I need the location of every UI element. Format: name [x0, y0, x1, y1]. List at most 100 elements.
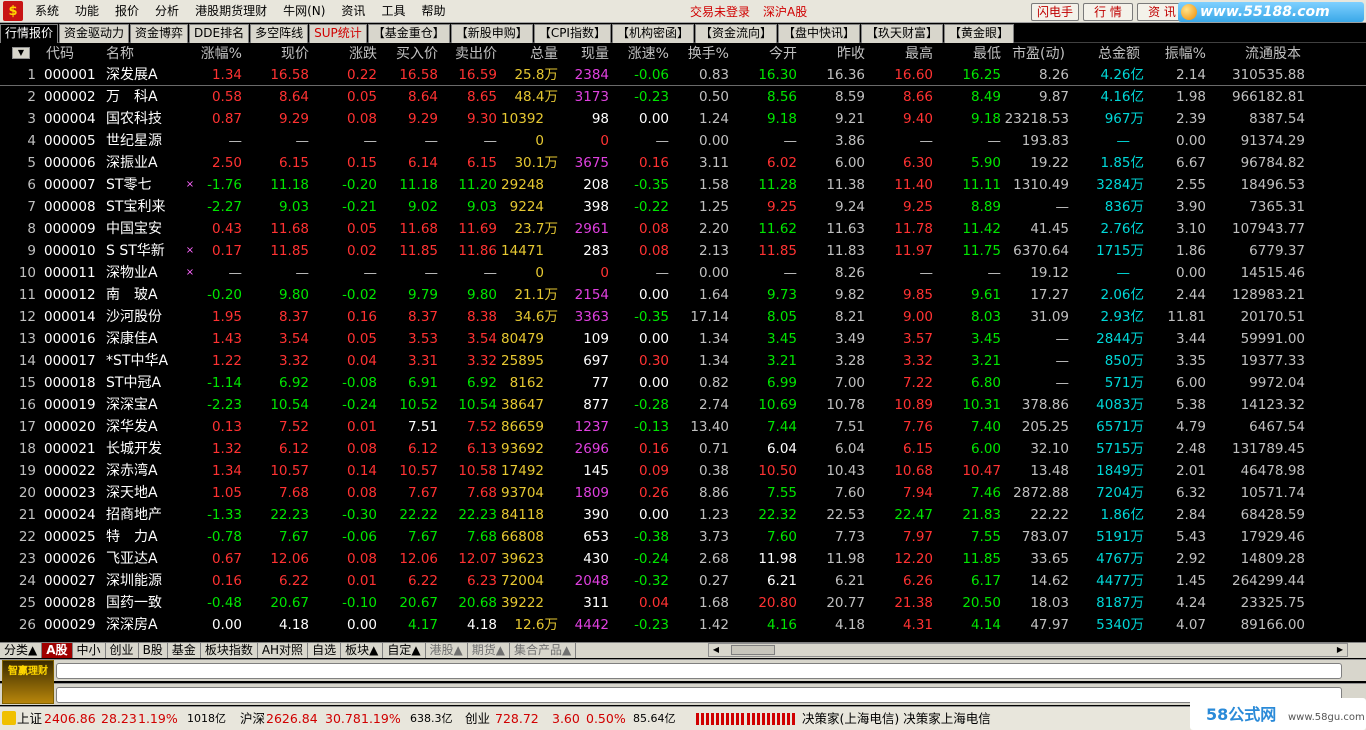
- column-header[interactable]: 现价: [249, 44, 309, 64]
- table-row[interactable]: 10 000011 深物业A × — — — — —0 0—0.00—8.26— —19.12—0.…: [0, 262, 1366, 284]
- table-row[interactable]: 19 000022 深赤湾A 1.34 10.57 0.14 10.57 10.58 17492…: [0, 460, 1366, 482]
- column-header[interactable]: 流通股本: [1205, 44, 1301, 64]
- market-tab[interactable]: 集合产品▲: [510, 643, 577, 658]
- column-header[interactable]: 换手%: [673, 44, 729, 64]
- table-row[interactable]: 16 000019 深深宝A -2.23 10.54 -0.24 10.52 10.54 386…: [0, 394, 1366, 416]
- column-header[interactable]: 今开: [737, 44, 797, 64]
- table-row[interactable]: 14 000017 *ST中华A 1.22 3.32 0.04 3.31 3.32 25895 6…: [0, 350, 1366, 372]
- column-header[interactable]: 买入价: [378, 44, 438, 64]
- pe-cell: 19.12: [1030, 265, 1069, 281]
- trade-status[interactable]: 交易未登录: [684, 3, 756, 20]
- table-row[interactable]: 1 000001 深发展A 1.34 16.58 0.22 16.58 16.59 25.8万 2…: [0, 64, 1366, 86]
- table-row[interactable]: 4 000005 世纪星源 — — — — —0 0—0.00—3.86— —193.83—0.0…: [0, 130, 1366, 152]
- advert-banner[interactable]: 智赢理财: [2, 660, 54, 704]
- function-tab[interactable]: 【新股申购】: [450, 24, 533, 43]
- function-tab[interactable]: SUP统计: [309, 24, 367, 43]
- column-header[interactable]: 涨跌: [317, 44, 377, 64]
- cy-index[interactable]: 728.72: [495, 710, 539, 728]
- table-row[interactable]: 3 000004 国农科技 0.87 9.29 0.08 9.29 9.30 10392 98 0.…: [0, 108, 1366, 130]
- menu-item[interactable]: 功能: [67, 0, 107, 22]
- horizontal-scrollbar[interactable]: ◀ ▶: [708, 643, 1348, 657]
- column-header[interactable]: 名称: [106, 44, 134, 64]
- table-row[interactable]: 25 000028 国药一致 -0.48 20.67 -0.10 20.67 20.68 392…: [0, 592, 1366, 614]
- market-tab[interactable]: 自选: [308, 643, 342, 658]
- function-tab[interactable]: 【玖天财富】: [861, 24, 944, 43]
- function-tab[interactable]: 【CPI指数】: [533, 24, 611, 43]
- column-header[interactable]: 现量: [559, 44, 609, 64]
- menu-item[interactable]: 系统: [27, 0, 67, 22]
- menu-item[interactable]: 帮助: [413, 0, 453, 22]
- info-field-1[interactable]: [56, 663, 1342, 679]
- table-row[interactable]: 7 000008 ST宝利来 -2.27 9.03 -0.21 9.02 9.03 9224 39…: [0, 196, 1366, 218]
- market-status[interactable]: 深沪A股: [757, 3, 813, 20]
- market-tab[interactable]: 创业: [105, 643, 139, 658]
- table-row[interactable]: 15 000018 ST中冠A -1.14 6.92 -0.08 6.91 6.92 8162 7…: [0, 372, 1366, 394]
- function-tab[interactable]: 资金驱动力: [59, 24, 130, 43]
- column-header[interactable]: 振幅%: [1150, 44, 1206, 64]
- table-row[interactable]: 20 000023 深天地A 1.05 7.68 0.08 7.67 7.68 93704 180…: [0, 482, 1366, 504]
- column-header[interactable]: 最高: [873, 44, 933, 64]
- table-row[interactable]: 12 000014 沙河股份 1.95 8.37 0.16 8.37 8.38 34.6万 336…: [0, 306, 1366, 328]
- column-header[interactable]: 总金额: [1070, 44, 1140, 64]
- hs-index[interactable]: 2626.84: [266, 710, 318, 728]
- column-header[interactable]: 最低: [941, 44, 1001, 64]
- market-tab[interactable]: 期货▲: [467, 643, 511, 658]
- table-row[interactable]: 23 000026 飞亚达A 0.67 12.06 0.08 12.06 12.07 39623…: [0, 548, 1366, 570]
- market-tab[interactable]: B股: [138, 643, 168, 658]
- function-tab[interactable]: 【盘中快讯】: [778, 24, 861, 43]
- function-tab[interactable]: 资金博弈: [130, 24, 189, 43]
- market-tab[interactable]: AH对照: [257, 643, 309, 658]
- flash-trade-button[interactable]: 闪电手: [1031, 3, 1079, 21]
- table-row[interactable]: 5 000006 深振业A 2.50 6.15 0.15 6.14 6.15 30.1万 3675…: [0, 152, 1366, 174]
- function-tab[interactable]: DDE排名: [189, 24, 250, 43]
- table-row[interactable]: 22 000025 特 力A -0.78 7.67 -0.06 7.67 7.68 66808 6…: [0, 526, 1366, 548]
- function-tab[interactable]: 【基金重仓】: [367, 24, 450, 43]
- table-row[interactable]: 21 000024 招商地产 -1.33 22.23 -0.30 22.22 22.23 841…: [0, 504, 1366, 526]
- column-header[interactable]: 涨速%: [613, 44, 669, 64]
- table-row[interactable]: 8 000009 中国宝安 0.43 11.68 0.05 11.68 11.69 23.7万 2…: [0, 218, 1366, 240]
- market-tab[interactable]: A股: [42, 643, 73, 658]
- function-tab[interactable]: 【机构密函】: [611, 24, 694, 43]
- scroll-right-icon[interactable]: ▶: [1333, 644, 1347, 656]
- amt-cell: 8187万: [1074, 592, 1144, 614]
- table-row[interactable]: 24 000027 深圳能源 0.16 6.22 0.01 6.22 6.23 72004 204…: [0, 570, 1366, 592]
- function-tab[interactable]: 行情报价: [0, 24, 59, 43]
- quote-button[interactable]: 行 情: [1083, 3, 1133, 21]
- sh-index[interactable]: 2406.86: [44, 710, 96, 728]
- column-header[interactable]: 涨幅%: [182, 44, 242, 64]
- column-header[interactable]: 代码: [46, 44, 74, 64]
- table-row[interactable]: 13 000016 深康佳A 1.43 3.54 0.05 3.53 3.54 80479 109…: [0, 328, 1366, 350]
- server-info[interactable]: 决策家(上海电信) 决策家上海电信: [802, 710, 991, 728]
- column-header[interactable]: 昨收: [805, 44, 865, 64]
- menu-item[interactable]: 工具: [373, 0, 413, 22]
- table-row[interactable]: 18 000021 长城开发 1.32 6.12 0.08 6.12 6.13 93692 269…: [0, 438, 1366, 460]
- market-tab[interactable]: 板块指数: [200, 643, 258, 658]
- market-tab[interactable]: 自定▲: [383, 643, 426, 658]
- column-header[interactable]: 总量: [488, 44, 558, 64]
- column-header[interactable]: 市盈(动): [997, 44, 1065, 64]
- menu-item[interactable]: 资讯: [333, 0, 373, 22]
- info-field-2[interactable]: [56, 687, 1342, 703]
- table-row[interactable]: 26 000029 深深房A 0.00 4.18 0.00 4.17 4.18 12.6万 444…: [0, 614, 1366, 636]
- menu-item[interactable]: 牛网(N): [275, 0, 333, 22]
- table-row[interactable]: 17 000020 深华发A 0.13 7.52 0.01 7.51 7.52 86659 123…: [0, 416, 1366, 438]
- market-tab[interactable]: 分类▲: [0, 643, 43, 658]
- market-tab[interactable]: 板块▲: [341, 643, 384, 658]
- function-tab[interactable]: 【资金流向】: [694, 24, 777, 43]
- table-row[interactable]: 9 000010 S ST华新 × 0.17 11.85 0.02 11.85 11.86 144…: [0, 240, 1366, 262]
- market-tab[interactable]: 基金: [167, 643, 201, 658]
- market-tab[interactable]: 港股▲: [425, 643, 468, 658]
- sort-dropdown-icon[interactable]: ▼: [12, 47, 30, 59]
- function-tab[interactable]: 多空阵线: [250, 24, 309, 43]
- table-row[interactable]: 11 000012 南 玻A -0.20 9.80 -0.02 9.79 9.80 21.1万 2…: [0, 284, 1366, 306]
- menu-item[interactable]: 报价: [107, 0, 147, 22]
- function-tab[interactable]: 【黄金眼】: [944, 24, 1015, 43]
- menu-item[interactable]: 分析: [147, 0, 187, 22]
- menu-item[interactable]: 港股期货理财: [187, 0, 275, 22]
- market-tab[interactable]: 中小: [72, 643, 106, 658]
- scroll-left-icon[interactable]: ◀: [709, 644, 723, 656]
- scroll-thumb[interactable]: [731, 645, 775, 655]
- table-row[interactable]: 2 000002 万 科A 0.58 8.64 0.05 8.64 8.65 48.4万 3173…: [0, 86, 1366, 108]
- table-row[interactable]: 6 000007 ST零七 × -1.76 11.18 -0.20 11.18 11.20 292…: [0, 174, 1366, 196]
- turn-cell: 13.40: [690, 419, 729, 435]
